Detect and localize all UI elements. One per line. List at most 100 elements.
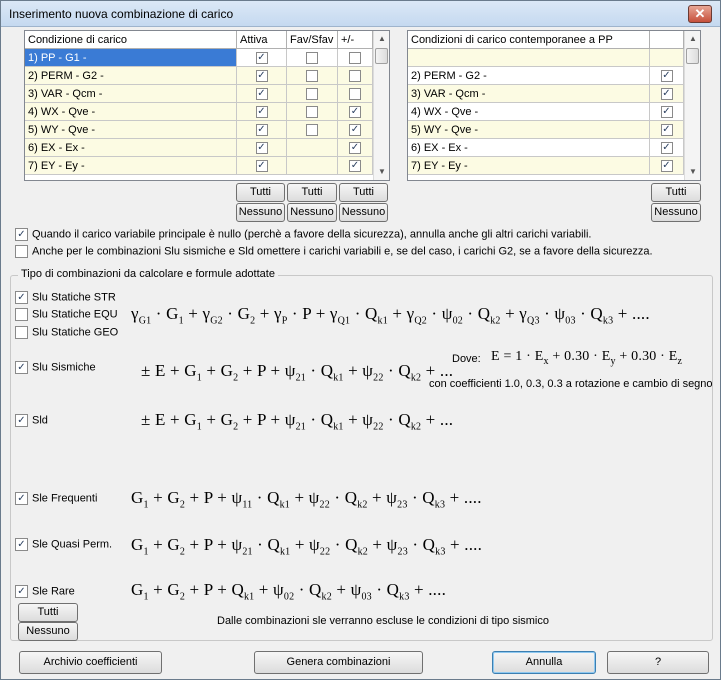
checkbox-checked-icon[interactable]: ✓ [660,142,673,154]
concurrent-nessuno-button[interactable]: Nessuno [651,203,701,222]
table-row[interactable]: 2) PERM - G2 - ✓ [408,67,700,85]
concurrent-name-cell[interactable]: 6) EX - Ex - [408,139,650,157]
slu-str-checkbox[interactable]: ✓ Slu Statiche STR [15,291,116,304]
fav-cell[interactable] [287,67,338,85]
concurrent-check-cell[interactable]: ✓ [650,157,684,175]
column-header-check[interactable] [650,31,684,49]
checkbox-unchecked-icon[interactable] [306,88,318,100]
combos-nessuno-button[interactable]: Nessuno [18,622,78,641]
sld-checkbox[interactable]: ✓ Sld [15,414,48,427]
condition-name-cell[interactable]: 4) WX - Qve - [25,103,237,121]
checkbox-unchecked-icon[interactable] [349,70,361,82]
column-header-fav-sfav[interactable]: Fav/Sfav [287,31,338,49]
attiva-cell[interactable]: ✓ [237,157,287,175]
concurrent-name-cell[interactable]: 4) WX - Qve - [408,103,650,121]
attiva-tutti-button[interactable]: Tutti [236,183,285,202]
option-omit-variable[interactable]: Anche per le combinazioni Slu sismiche e… [15,245,653,258]
checkbox-checked-icon[interactable]: ✓ [255,160,268,172]
checkbox-checked-icon[interactable]: ✓ [660,70,673,82]
grid2-vertical-scrollbar[interactable]: ▲ ▼ [684,31,700,180]
checkbox-checked-icon[interactable]: ✓ [255,70,268,82]
checkbox-unchecked-icon[interactable] [306,106,318,118]
table-row[interactable]: 6) EX - Ex - ✓ ✓ [25,139,389,157]
fav-cell[interactable] [287,121,338,139]
checkbox-unchecked-icon[interactable] [349,88,361,100]
table-row[interactable]: 4) WX - Qve - ✓ ✓ [25,103,389,121]
checkbox-unchecked-icon[interactable] [15,308,28,321]
column-header-attiva[interactable]: Attiva [237,31,287,49]
checkbox-checked-icon[interactable]: ✓ [15,538,28,551]
sle-frequenti-checkbox[interactable]: ✓ Sle Frequenti [15,492,97,505]
attiva-cell[interactable]: ✓ [237,103,287,121]
checkbox-checked-icon[interactable]: ✓ [15,585,28,598]
concurrent-check-cell[interactable]: ✓ [650,103,684,121]
concurrent-tutti-button[interactable]: Tutti [651,183,701,202]
concurrent-check-cell[interactable]: ✓ [650,121,684,139]
scroll-up-arrow-icon[interactable]: ▲ [685,31,700,47]
table-row[interactable]: 4) WX - Qve - ✓ [408,103,700,121]
checkbox-checked-icon[interactable]: ✓ [255,88,268,100]
fav-cell[interactable] [287,85,338,103]
checkbox-checked-icon[interactable]: ✓ [349,124,361,136]
scroll-up-arrow-icon[interactable]: ▲ [374,31,389,47]
attiva-nessuno-button[interactable]: Nessuno [236,203,285,222]
fav-cell[interactable] [287,49,338,67]
pm-nessuno-button[interactable]: Nessuno [339,203,388,222]
sle-quasi-perm-checkbox[interactable]: ✓ Sle Quasi Perm. [15,538,112,551]
scroll-down-arrow-icon[interactable]: ▼ [685,164,700,180]
attiva-cell[interactable]: ✓ [237,139,287,157]
slu-geo-checkbox[interactable]: Slu Statiche GEO [15,326,118,339]
checkbox-checked-icon[interactable]: ✓ [255,124,268,136]
pm-cell[interactable]: ✓ [338,121,373,139]
checkbox-checked-icon[interactable]: ✓ [660,160,673,172]
condition-name-cell[interactable]: 2) PERM - G2 - [25,67,237,85]
help-button[interactable]: ? [607,651,709,674]
checkbox-checked-icon[interactable]: ✓ [349,160,361,172]
scroll-down-arrow-icon[interactable]: ▼ [374,164,389,180]
checkbox-unchecked-icon[interactable] [306,124,318,136]
concurrent-name-cell[interactable]: 3) VAR - Qcm - [408,85,650,103]
combos-tutti-button[interactable]: Tutti [18,603,78,622]
attiva-cell[interactable]: ✓ [237,85,287,103]
pm-cell[interactable]: ✓ [338,157,373,175]
column-header-condition[interactable]: Condizione di carico [25,31,237,49]
fav-cell[interactable] [287,139,338,157]
column-header-concurrent[interactable]: Condizioni di carico contemporanee a PP [408,31,650,49]
sle-rare-checkbox[interactable]: ✓ Sle Rare [15,585,75,598]
slu-equ-checkbox[interactable]: Slu Statiche EQU [15,308,118,321]
concurrent-name-cell[interactable]: 2) PERM - G2 - [408,67,650,85]
checkbox-checked-icon[interactable]: ✓ [255,142,268,154]
table-row[interactable]: 1) PP - G1 - ✓ [25,49,389,67]
checkbox-checked-icon[interactable]: ✓ [15,414,28,427]
checkbox-unchecked-icon[interactable] [15,326,28,339]
annulla-button[interactable]: Annulla [492,651,596,674]
table-row[interactable]: 7) EY - Ey - ✓ [408,157,700,175]
checkbox-checked-icon[interactable]: ✓ [349,142,361,154]
checkbox-checked-icon[interactable]: ✓ [660,106,673,118]
fav-tutti-button[interactable]: Tutti [287,183,337,202]
condition-name-cell[interactable]: 1) PP - G1 - [25,49,237,67]
table-row[interactable]: 5) WY - Qve - ✓ [408,121,700,139]
checkbox-checked-icon[interactable]: ✓ [15,492,28,505]
table-row[interactable] [408,49,700,67]
pm-cell[interactable] [338,85,373,103]
condition-name-cell[interactable]: 6) EX - Ex - [25,139,237,157]
checkbox-checked-icon[interactable]: ✓ [15,291,28,304]
concurrent-name-cell[interactable]: 5) WY - Qve - [408,121,650,139]
checkbox-unchecked-icon[interactable] [306,52,318,64]
fav-nessuno-button[interactable]: Nessuno [287,203,337,222]
condition-name-cell[interactable]: 7) EY - Ey - [25,157,237,175]
pm-cell[interactable]: ✓ [338,103,373,121]
table-row[interactable]: 3) VAR - Qcm - ✓ [408,85,700,103]
condition-name-cell[interactable]: 3) VAR - Qcm - [25,85,237,103]
attiva-cell[interactable]: ✓ [237,49,287,67]
grid1-vertical-scrollbar[interactable]: ▲ ▼ [373,31,389,180]
slu-sismiche-checkbox[interactable]: ✓ Slu Sismiche [15,361,96,374]
scroll-thumb[interactable] [375,48,388,64]
checkbox-unchecked-icon[interactable] [306,70,318,82]
checkbox-checked-icon[interactable]: ✓ [255,106,268,118]
concurrent-name-cell[interactable]: 7) EY - Ey - [408,157,650,175]
checkbox-checked-icon[interactable]: ✓ [15,228,28,241]
concurrent-check-cell[interactable]: ✓ [650,139,684,157]
column-header-plus-minus[interactable]: +/- [338,31,373,49]
